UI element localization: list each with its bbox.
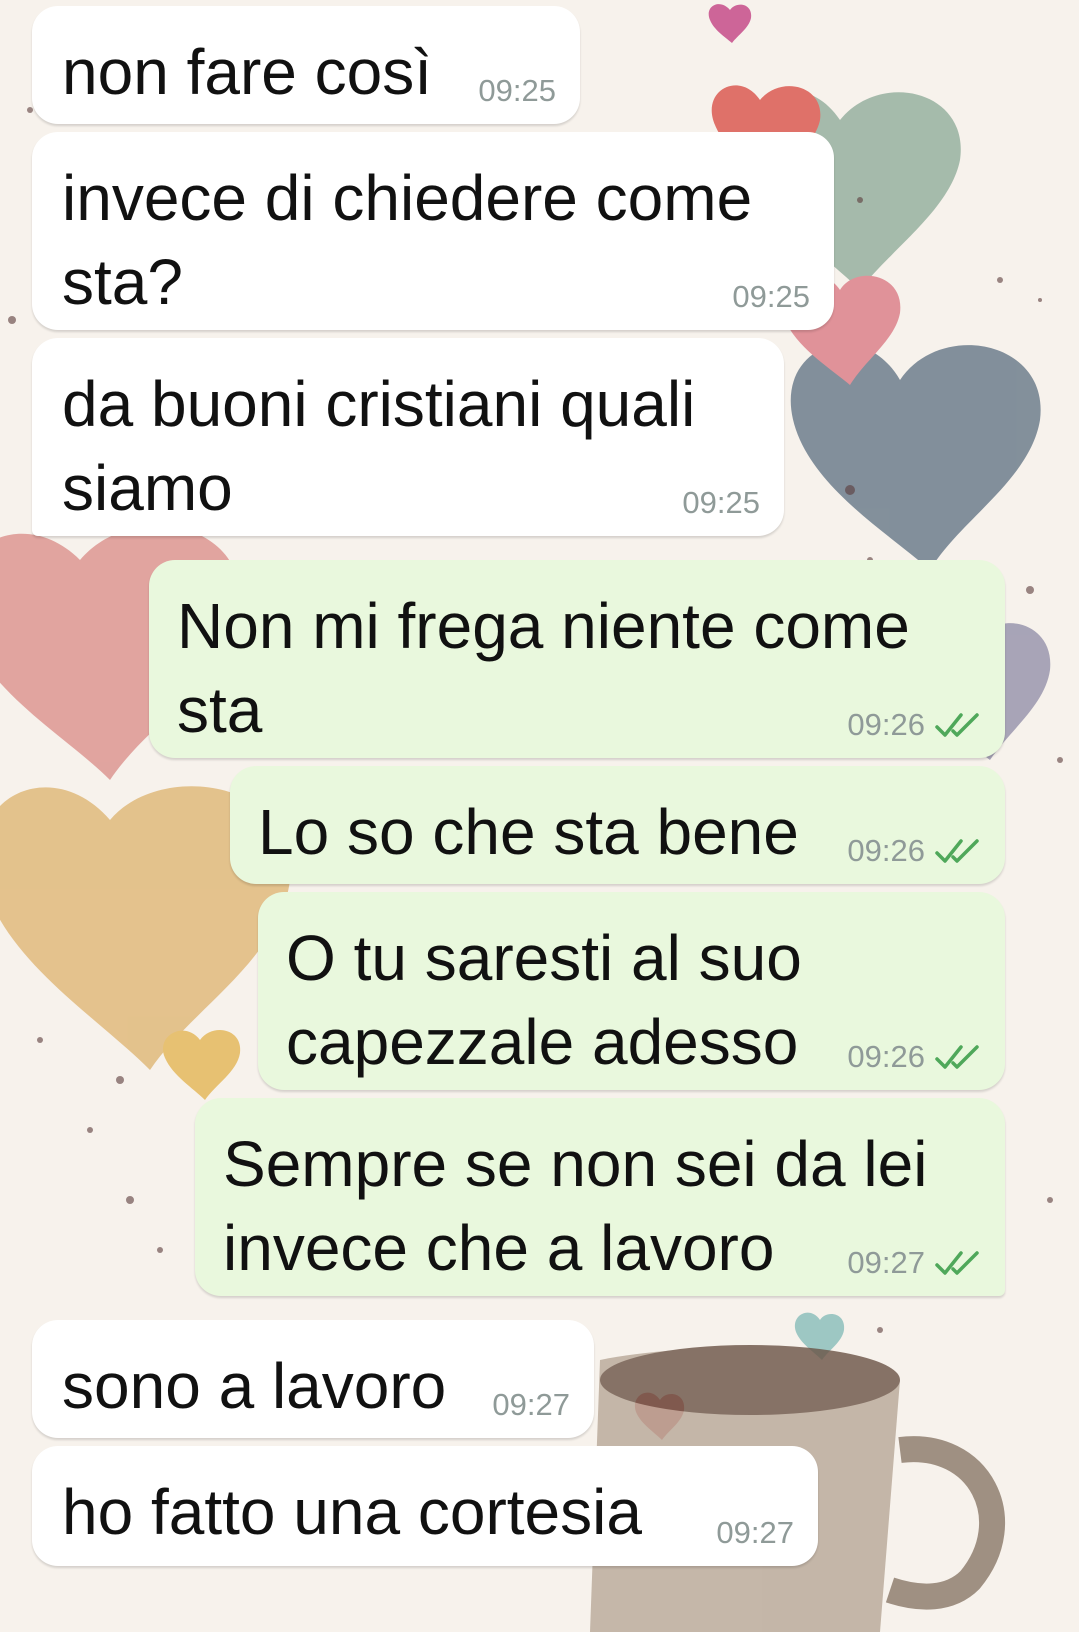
message-meta: 09:25 — [478, 74, 556, 108]
message-bubble-incoming[interactable]: da buoni cristiani quali siamo 09:25 — [32, 338, 784, 536]
double-check-icon — [935, 839, 979, 863]
message-bubble-outgoing[interactable]: Lo so che sta bene 09:26 — [230, 766, 1005, 884]
message-timestamp: 09:26 — [847, 833, 925, 868]
message-meta: 09:25 — [732, 280, 810, 314]
message-timestamp: 09:25 — [732, 279, 810, 314]
message-bubble-incoming[interactable]: sono a lavoro 09:27 — [32, 1320, 594, 1438]
message-meta: 09:26 — [847, 708, 981, 742]
message-meta: 09:27 — [492, 1388, 570, 1422]
message-meta: 09:26 — [847, 834, 981, 868]
message-bubble-incoming[interactable]: non fare così 09:25 — [32, 6, 580, 124]
message-timestamp: 09:25 — [682, 485, 760, 520]
message-text: ho fatto una cortesia — [62, 1476, 642, 1548]
message-timestamp: 09:26 — [847, 707, 925, 742]
message-bubble-outgoing[interactable]: Sempre se non sei da lei invece che a la… — [195, 1098, 1005, 1296]
message-bubble-incoming[interactable]: invece di chiedere come sta? 09:25 — [32, 132, 834, 330]
message-meta: 09:26 — [847, 1040, 981, 1074]
message-timestamp: 09:27 — [716, 1515, 794, 1550]
message-meta: 09:27 — [847, 1246, 981, 1280]
double-check-icon — [935, 1045, 979, 1069]
chat-conversation[interactable]: non fare così 09:25 invece di chiedere c… — [0, 0, 1079, 1632]
message-text: da buoni cristiani quali siamo — [62, 368, 696, 524]
message-timestamp: 09:25 — [478, 73, 556, 108]
double-check-icon — [935, 713, 979, 737]
message-timestamp: 09:27 — [847, 1245, 925, 1280]
message-timestamp: 09:26 — [847, 1039, 925, 1074]
message-bubble-outgoing[interactable]: O tu saresti al suo capezzale adesso 09:… — [258, 892, 1005, 1090]
message-timestamp: 09:27 — [492, 1387, 570, 1422]
message-bubble-outgoing[interactable]: Non mi frega niente come sta 09:26 — [149, 560, 1005, 758]
message-meta: 09:27 — [716, 1516, 794, 1550]
double-check-icon — [935, 1251, 979, 1275]
message-text: invece di chiedere come sta? — [62, 162, 753, 318]
message-bubble-incoming[interactable]: ho fatto una cortesia 09:27 — [32, 1446, 818, 1566]
message-text: sono a lavoro — [62, 1350, 447, 1422]
message-meta: 09:25 — [682, 486, 760, 520]
